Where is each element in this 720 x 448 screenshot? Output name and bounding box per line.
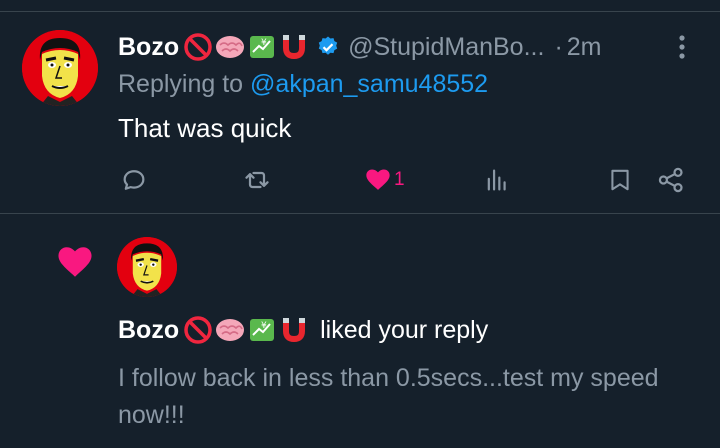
- no-entry-icon: [184, 33, 212, 61]
- no-entry-icon: [184, 316, 212, 344]
- analytics-icon: [487, 169, 506, 191]
- notification-emoji-badges: ¥: [183, 315, 310, 345]
- bookmark-button[interactable]: [607, 166, 633, 194]
- top-divider: [0, 11, 720, 12]
- author-handle[interactable]: @StupidManBo...: [348, 33, 544, 62]
- brain-icon: [216, 319, 245, 341]
- like-notification-heart-icon: [55, 242, 95, 285]
- chart-money-icon: ¥: [250, 319, 275, 341]
- share-icon: [658, 167, 683, 193]
- tweet-header: Bozo ¥ @StupidManBo... · 2m: [118, 30, 602, 64]
- svg-text:¥: ¥: [261, 38, 267, 48]
- chart-money-icon: ¥: [250, 36, 275, 58]
- svg-text:¥: ¥: [261, 321, 267, 331]
- bookmark-icon: [611, 169, 629, 191]
- views-button[interactable]: [483, 166, 511, 194]
- reply-button[interactable]: [120, 166, 148, 194]
- notification-avatar[interactable]: [117, 237, 177, 297]
- notification-author-name[interactable]: Bozo: [118, 316, 179, 345]
- author-avatar[interactable]: [22, 30, 98, 106]
- heart-filled-icon: [366, 169, 390, 190]
- replying-to-line: Replying to @akpan_samu48552: [118, 70, 488, 99]
- tweet-text: That was quick: [118, 113, 292, 143]
- verified-badge-icon[interactable]: [316, 35, 340, 59]
- like-button[interactable]: 1: [364, 166, 405, 194]
- retweet-button[interactable]: [243, 166, 271, 194]
- section-divider: [0, 213, 720, 214]
- retweet-icon: [245, 171, 269, 189]
- magnet-icon: [283, 35, 306, 60]
- tweet-time[interactable]: 2m: [567, 33, 602, 62]
- meta-separator: ·: [554, 32, 563, 61]
- like-count: 1: [394, 169, 405, 190]
- replying-to-mention[interactable]: @akpan_samu48552: [250, 70, 488, 98]
- notification-action: liked your reply: [320, 315, 489, 344]
- author-name[interactable]: Bozo: [118, 33, 179, 62]
- notification-title: Bozo ¥ liked your reply: [118, 313, 488, 347]
- magnet-icon: [283, 318, 306, 343]
- reply-icon: [123, 170, 145, 190]
- replying-prefix: Replying to: [118, 70, 244, 98]
- share-button[interactable]: [657, 166, 685, 194]
- name-emoji-badges: ¥: [183, 32, 310, 62]
- liked-reply-text[interactable]: I follow back in less than 0.5secs...tes…: [118, 360, 698, 434]
- brain-icon: [216, 36, 245, 58]
- more-options-icon[interactable]: [672, 34, 692, 60]
